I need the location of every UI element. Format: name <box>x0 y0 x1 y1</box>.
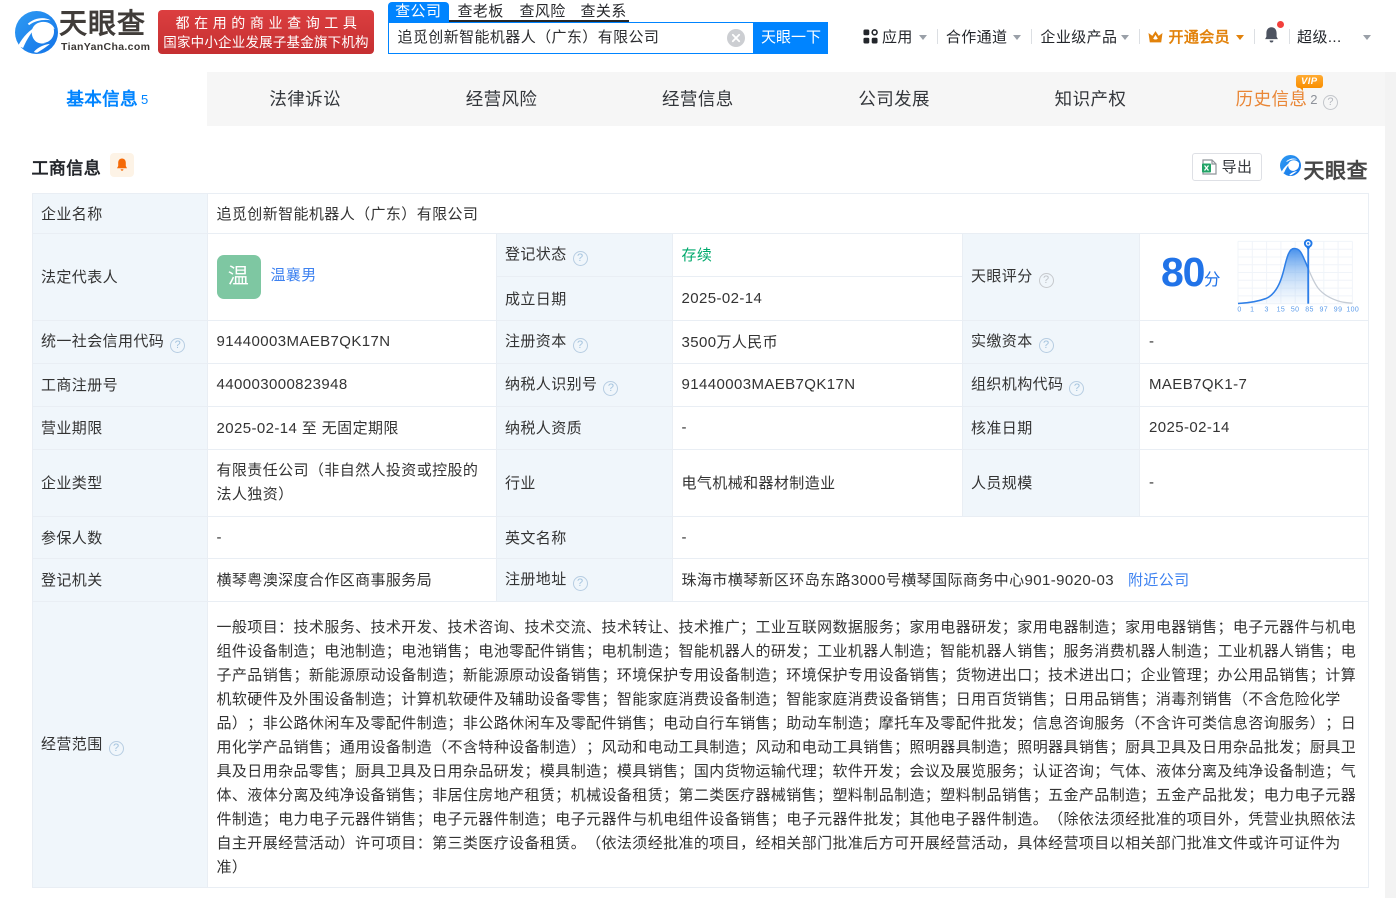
svg-text:99: 99 <box>1334 306 1343 313</box>
svg-text:0: 0 <box>1237 306 1241 313</box>
svg-text:15: 15 <box>1277 306 1286 313</box>
svg-text:1: 1 <box>1250 306 1254 313</box>
svg-text:3: 3 <box>1264 306 1268 313</box>
svg-text:97: 97 <box>1320 306 1329 313</box>
svg-text:85: 85 <box>1305 306 1314 313</box>
svg-text:100: 100 <box>1346 306 1359 313</box>
svg-text:50: 50 <box>1291 306 1300 313</box>
